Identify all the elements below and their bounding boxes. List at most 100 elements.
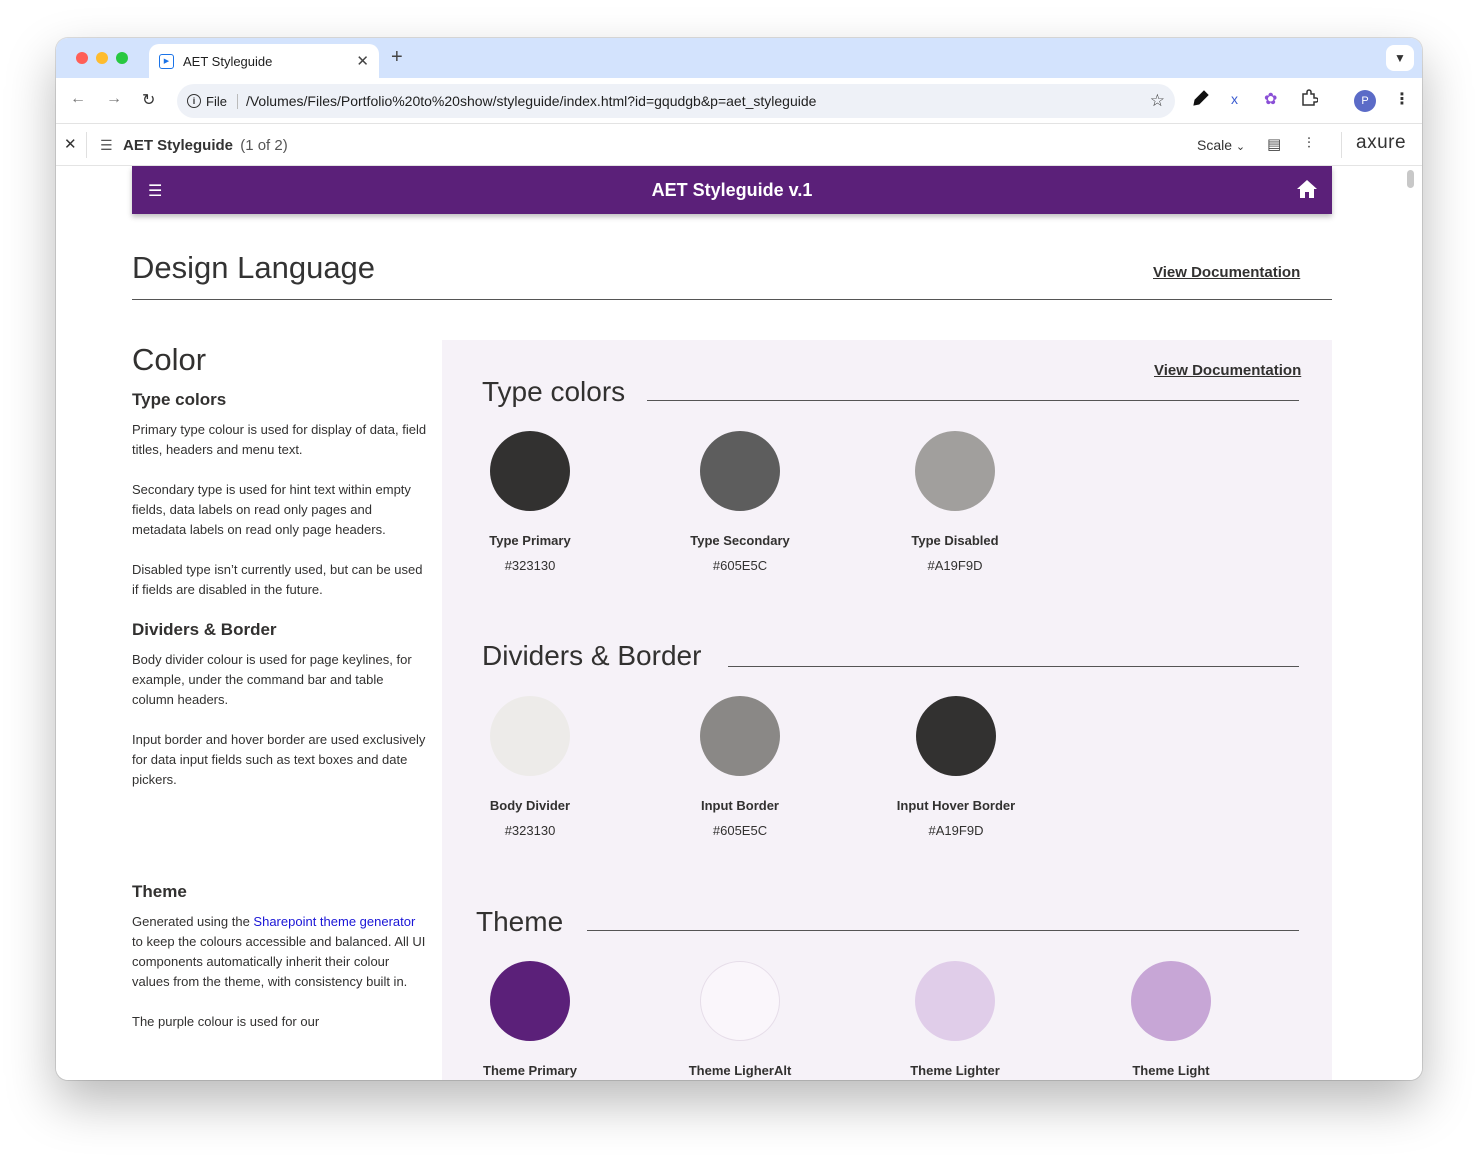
theme-heading: Theme (132, 882, 187, 901)
type-colors-title: Type colors (482, 376, 626, 407)
type-paragraph-2: Secondary type is used for hint text wit… (132, 482, 411, 537)
tab-search-chevron-icon[interactable]: ▼ (1386, 45, 1414, 71)
type-colors-heading: Type colors (132, 390, 227, 409)
type-paragraph-1: Primary type colour is used for display … (132, 422, 427, 457)
forward-arrow-icon[interactable]: → (106, 90, 122, 108)
swatch-name: Input Border (701, 798, 779, 813)
axure-logo: axure (1356, 132, 1407, 153)
swatch-name: Body Divider (489, 798, 571, 813)
address-bar[interactable]: i File /Volumes/Files/Portfolio%20to%20s… (177, 84, 1175, 118)
bookmark-star-icon[interactable]: ☆ (1150, 91, 1165, 111)
tab-bar: ▶ AET Styleguide ✕ + ▼ (56, 38, 1422, 78)
profile-avatar[interactable]: P (1354, 90, 1376, 112)
type-colors-rule (647, 400, 1299, 401)
swatch-name: Type Disabled (911, 533, 999, 548)
dividers-heading: Dividers & Border (132, 620, 277, 639)
url-text[interactable]: /Volumes/Files/Portfolio%20to%20show/sty… (246, 93, 1150, 109)
theme-rule (587, 930, 1299, 931)
swatch-name: Theme Primary (483, 1063, 577, 1078)
browser-toolbar: ← → ↻ i File /Volumes/Files/Portfolio%20… (56, 78, 1422, 124)
theme-text-a: Generated using the (132, 914, 254, 929)
swatch-hex: #323130 (504, 558, 556, 573)
swatch-circle (1131, 961, 1211, 1041)
scale-dropdown[interactable]: Scale ⌄ (1197, 137, 1245, 153)
page-count: (1 of 2) (240, 137, 288, 154)
swatch-name: Input Hover Border (896, 798, 1016, 813)
swatch-circle (700, 431, 780, 511)
swatch-theme-lighteralt: Theme LigherAlt (650, 961, 830, 1078)
swatch-name: Type Primary (489, 533, 571, 548)
theme-paragraph-1: Generated using the Sharepoint theme gen… (132, 912, 427, 992)
browser-window: ▶ AET Styleguide ✕ + ▼ ← → ↻ i File /Vol… (56, 38, 1422, 1080)
chevron-down-icon: ⌄ (1235, 141, 1246, 153)
toolbar-divider (1341, 132, 1342, 158)
tab-active[interactable]: ▶ AET Styleguide ✕ (149, 44, 379, 78)
page-list-icon[interactable]: ☰ (100, 137, 113, 154)
extensions-puzzle-icon[interactable] (1300, 89, 1319, 112)
swatch-circle (490, 961, 570, 1041)
vertical-scrollbar[interactable] (1407, 170, 1414, 188)
info-icon[interactable]: i (187, 94, 201, 108)
dividers-paragraph-1: Body divider colour is used for page key… (132, 652, 412, 707)
tab-close-icon[interactable]: ✕ (356, 52, 369, 70)
dividers-rule (728, 666, 1299, 667)
back-arrow-icon[interactable]: ← (70, 90, 86, 108)
home-icon[interactable] (1296, 179, 1318, 204)
dividers-paragraph-2: Input border and hover border are used e… (132, 732, 426, 787)
view-documentation-link[interactable]: View Documentation (1153, 264, 1300, 281)
settings-sliders-icon[interactable]: ⫶ (1307, 135, 1311, 152)
swatch-hex: #605E5C (712, 823, 768, 838)
theme-paragraph-2: The purple colour is used for our (132, 1014, 320, 1029)
title-divider (132, 299, 1332, 300)
new-tab-button[interactable]: + (391, 46, 403, 69)
dividers-title: Dividers & Border (482, 640, 702, 671)
sharepoint-theme-generator-link[interactable]: Sharepoint theme generator (253, 914, 415, 929)
color-description: Color Type colors Primary type colour is… (132, 342, 427, 1032)
swatch-circle (700, 696, 780, 776)
swatch-hex: #A19F9D (927, 558, 983, 573)
swatch-input-border: Input Border #605E5C (650, 696, 830, 838)
notes-icon[interactable]: ▤ (1267, 135, 1281, 153)
swatch-input-hover-border: Input Hover Border #A19F9D (866, 696, 1046, 838)
zoom-window-button[interactable] (116, 52, 128, 64)
swatch-type-disabled: Type Disabled #A19F9D (865, 431, 1045, 573)
close-sidebar-icon[interactable]: ✕ (64, 135, 77, 153)
extension-gear-icon[interactable]: ✿ (1264, 89, 1277, 109)
swatch-circle (700, 961, 780, 1041)
scale-label: Scale (1197, 137, 1233, 153)
page-title-label: AET Styleguide (123, 137, 234, 154)
theme-text-b: to keep the colours accessible and balan… (132, 934, 426, 989)
page-selector[interactable]: AET Styleguide (1 of 2) (123, 137, 288, 154)
close-window-button[interactable] (76, 52, 88, 64)
reload-icon[interactable]: ↻ (142, 90, 155, 110)
swatch-body-divider: Body Divider #323130 (440, 696, 620, 838)
swatch-name: Type Secondary (690, 533, 790, 548)
toolbar-divider (86, 132, 87, 158)
minimize-window-button[interactable] (96, 52, 108, 64)
swatch-type-primary: Type Primary #323130 (440, 431, 620, 573)
page-viewport[interactable]: ☰ AET Styleguide v.1 Design Language Vie… (56, 166, 1422, 1080)
color-heading: Color (132, 342, 207, 377)
color-swatch-panel: View Documentation Type colors Type Prim… (442, 340, 1332, 1080)
swatch-name: Theme Lighter (910, 1063, 1000, 1078)
more-menu-icon[interactable]: ⋮ (1394, 89, 1410, 109)
swatch-name: Theme LigherAlt (688, 1063, 792, 1078)
theme-title: Theme (476, 906, 564, 937)
swatch-circle (915, 961, 995, 1041)
eyedropper-icon[interactable] (1192, 89, 1210, 112)
page-title: Design Language (132, 250, 376, 285)
swatch-hex: #605E5C (712, 558, 768, 573)
page-favicon-icon: ▶ (159, 53, 174, 69)
app-header: ☰ AET Styleguide v.1 (132, 166, 1332, 214)
swatch-hex: #323130 (504, 823, 556, 838)
header-title: AET Styleguide v.1 (651, 180, 813, 200)
swatch-circle (490, 696, 570, 776)
swatch-theme-lighter: Theme Lighter (865, 961, 1045, 1078)
swatch-circle (490, 431, 570, 511)
window-controls (76, 52, 128, 64)
type-paragraph-3: Disabled type isn’t currently used, but … (132, 562, 423, 597)
axure-toolbar: ✕ ☰ AET Styleguide (1 of 2) Scale ⌄ ▤ ⫶ … (56, 124, 1422, 166)
swatch-type-secondary: Type Secondary #605E5C (650, 431, 830, 573)
panel-view-documentation-link[interactable]: View Documentation (1154, 362, 1301, 379)
extension-x-icon[interactable]: x (1231, 91, 1238, 107)
